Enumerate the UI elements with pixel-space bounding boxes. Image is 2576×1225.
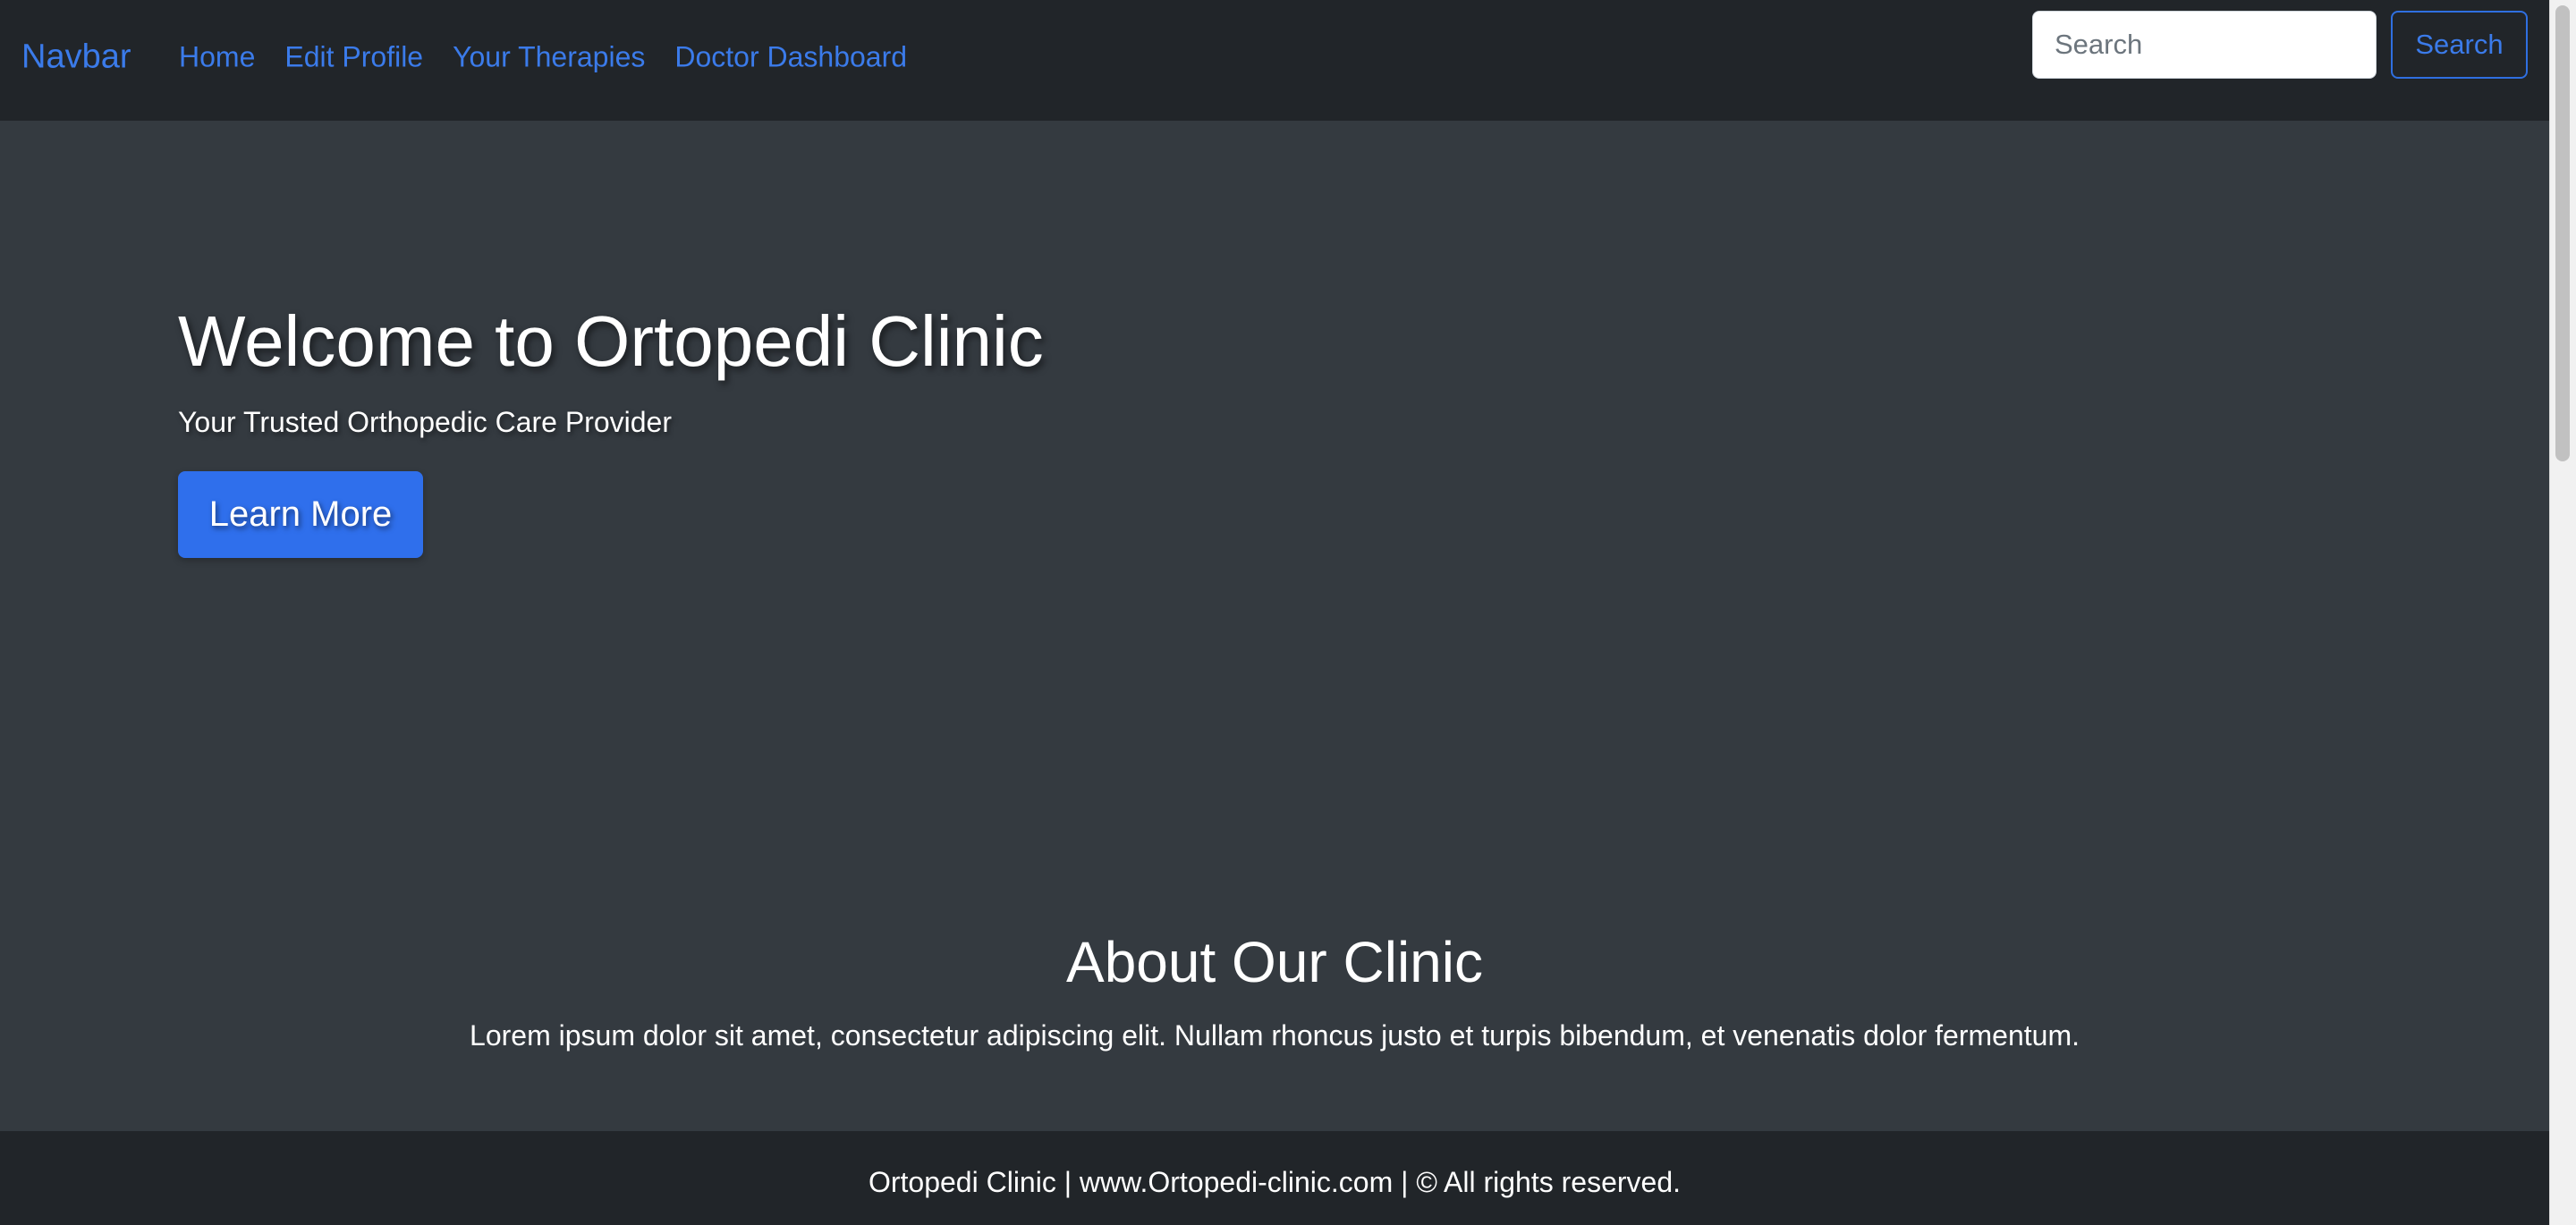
navbar-brand[interactable]: Navbar bbox=[21, 38, 131, 77]
nav-link-home[interactable]: Home bbox=[179, 41, 255, 74]
learn-more-button[interactable]: Learn More bbox=[178, 471, 423, 558]
page: Navbar Home Edit Profile Your Therapies … bbox=[0, 0, 2576, 1225]
nav-links: Home Edit Profile Your Therapies Doctor … bbox=[179, 41, 907, 74]
hero-subtitle: Your Trusted Orthopedic Care Provider bbox=[178, 406, 672, 438]
scrollbar-thumb[interactable] bbox=[2555, 5, 2570, 461]
nav-link-your-therapies[interactable]: Your Therapies bbox=[453, 41, 645, 74]
about-title: About Our Clinic bbox=[1066, 930, 1483, 994]
footer-text: Ortopedi Clinic | www.Ortopedi-clinic.co… bbox=[868, 1166, 1682, 1198]
search-input[interactable] bbox=[2032, 11, 2377, 79]
search-button[interactable]: Search bbox=[2391, 11, 2528, 79]
navbar: Navbar Home Edit Profile Your Therapies … bbox=[0, 0, 2549, 121]
nav-link-doctor-dashboard[interactable]: Doctor Dashboard bbox=[674, 41, 907, 74]
about-text: Lorem ipsum dolor sit amet, consectetur … bbox=[470, 1019, 2080, 1052]
nav-link-edit-profile[interactable]: Edit Profile bbox=[284, 41, 423, 74]
hero-title: Welcome to Ortopedi Clinic bbox=[178, 301, 1044, 381]
